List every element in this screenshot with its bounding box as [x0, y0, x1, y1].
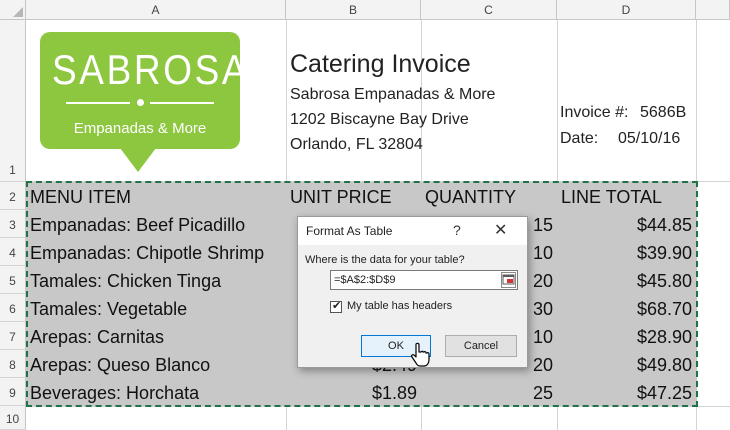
- company-name[interactable]: Sabrosa Empanadas & More: [290, 86, 495, 104]
- logo-rule-left: [66, 102, 130, 104]
- logo-tail: [120, 148, 156, 172]
- row-header-2[interactable]: 2: [0, 182, 26, 210]
- table-range-input[interactable]: =$A$2:$D$9: [330, 270, 518, 290]
- invoice-title[interactable]: Catering Invoice: [290, 50, 471, 79]
- date-label[interactable]: Date:: [560, 130, 598, 148]
- invoice-number[interactable]: 5686B: [640, 104, 686, 122]
- select-all-corner[interactable]: [0, 0, 26, 20]
- mouse-pointer-icon: [411, 342, 430, 367]
- range-prompt-label: Where is the data for your table?: [305, 254, 465, 266]
- cancel-button[interactable]: Cancel: [445, 335, 517, 357]
- invoice-date[interactable]: 05/10/16: [618, 130, 680, 148]
- headers-checkbox-label[interactable]: My table has headers: [347, 300, 452, 312]
- help-button[interactable]: ?: [453, 222, 461, 238]
- logo-rule-right: [150, 102, 214, 104]
- logo-dot: [137, 99, 144, 106]
- row-header-10[interactable]: 10: [0, 406, 26, 430]
- dialog-titlebar[interactable]: Format As Table ? ✕: [298, 217, 527, 245]
- city-address[interactable]: Orlando, FL 32804: [290, 136, 423, 154]
- invoice-number-label[interactable]: Invoice #:: [560, 104, 628, 122]
- column-header-e[interactable]: [696, 0, 730, 20]
- logo-subtitle: Empanadas & More: [73, 120, 207, 137]
- column-header-a[interactable]: A: [26, 0, 286, 20]
- checkmark-icon: ✔: [332, 300, 342, 312]
- dialog-title: Format As Table: [306, 224, 393, 238]
- row-header-4[interactable]: 4: [0, 238, 26, 266]
- collapse-dialog-icon[interactable]: [501, 272, 516, 288]
- row-header-9[interactable]: 9: [0, 378, 26, 406]
- row-header-8[interactable]: 8: [0, 350, 26, 378]
- headers-checkbox[interactable]: ✔: [330, 300, 342, 313]
- column-header-b[interactable]: B: [286, 0, 421, 20]
- column-header-c[interactable]: C: [421, 0, 557, 20]
- row-header-6[interactable]: 6: [0, 294, 26, 322]
- spreadsheet: A B C D 1 2 3 4 5 6 7 8 9 10 SABROSA Emp…: [0, 0, 730, 430]
- close-icon[interactable]: ✕: [494, 220, 507, 240]
- logo-wordmark: SABROSA: [52, 46, 250, 93]
- street-address[interactable]: 1202 Biscayne Bay Drive: [290, 111, 469, 129]
- row-header-7[interactable]: 7: [0, 322, 26, 350]
- column-header-d[interactable]: D: [557, 0, 696, 20]
- row-header-5[interactable]: 5: [0, 266, 26, 294]
- row-header-1[interactable]: 1: [0, 20, 26, 182]
- row-header-3[interactable]: 3: [0, 210, 26, 238]
